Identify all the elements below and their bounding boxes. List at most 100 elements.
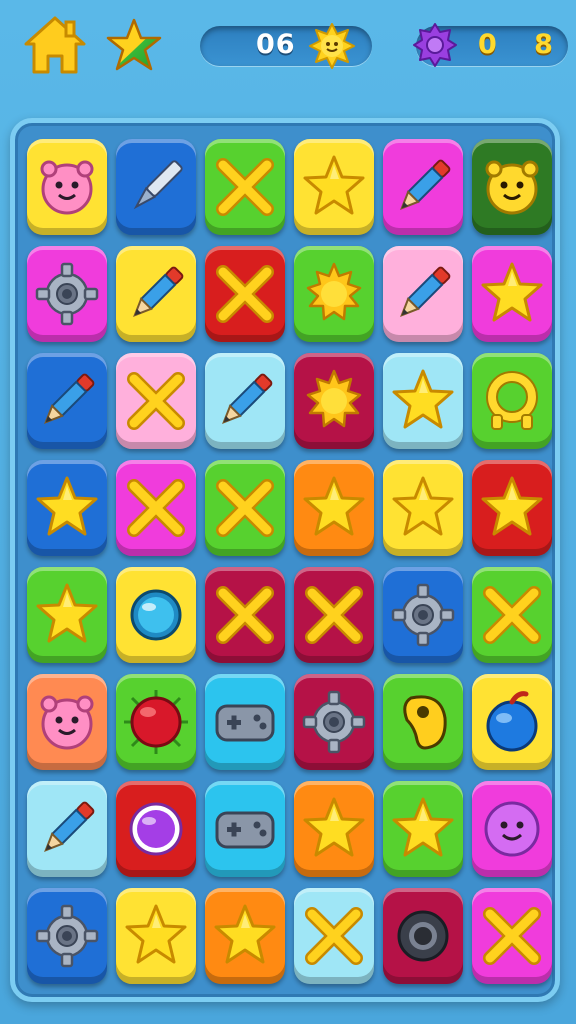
star-icon <box>481 262 543 322</box>
red-ball-icon <box>124 690 188 754</box>
x-icon <box>127 479 185 537</box>
star-icon <box>303 797 365 857</box>
board-tile[interactable] <box>383 353 463 449</box>
board-tile[interactable] <box>116 353 196 449</box>
drop-icon <box>403 695 447 750</box>
board-tile[interactable] <box>116 460 196 556</box>
star-icon[interactable] <box>104 16 164 76</box>
sun-icon <box>306 369 362 428</box>
board-tile[interactable] <box>472 781 552 877</box>
board-tile[interactable] <box>294 567 374 663</box>
ring-icon <box>486 371 538 430</box>
blue-ball-icon <box>486 691 538 752</box>
board-tile[interactable] <box>294 781 374 877</box>
moves-counter: 06 <box>200 23 372 69</box>
board-tile[interactable] <box>294 246 374 342</box>
board-tile[interactable] <box>205 567 285 663</box>
board-tile[interactable] <box>383 674 463 770</box>
star-icon <box>392 797 454 857</box>
pencil-icon <box>222 373 273 424</box>
gamepad-icon <box>215 811 275 849</box>
board-tile[interactable] <box>27 674 107 770</box>
board-tile[interactable] <box>205 781 285 877</box>
board-tile[interactable] <box>205 888 285 984</box>
board-tile[interactable] <box>27 781 107 877</box>
board-tile[interactable] <box>472 353 552 449</box>
board-tile[interactable] <box>116 781 196 877</box>
x-icon <box>127 372 185 430</box>
star-icon <box>36 583 98 643</box>
gear-icon <box>35 904 99 968</box>
board-tile[interactable] <box>294 353 374 449</box>
board-tile[interactable] <box>472 567 552 663</box>
board-tile[interactable] <box>472 674 552 770</box>
board-tile[interactable] <box>205 353 285 449</box>
pink-face-icon <box>40 695 94 750</box>
board-tile[interactable] <box>27 139 107 235</box>
star-icon <box>214 904 276 964</box>
board-tile[interactable] <box>383 460 463 556</box>
star-icon <box>303 476 365 536</box>
sun-icon <box>309 23 355 69</box>
star-icon <box>392 369 454 429</box>
board-tile[interactable] <box>27 460 107 556</box>
purple-gem-icon <box>413 23 457 67</box>
purple-orb-icon <box>129 802 183 856</box>
board-tile[interactable] <box>27 246 107 342</box>
board-tile[interactable] <box>205 460 285 556</box>
board-tile[interactable] <box>294 674 374 770</box>
star-icon <box>125 904 187 964</box>
board-tile[interactable] <box>205 674 285 770</box>
board-tile[interactable] <box>472 139 552 235</box>
x-icon <box>216 158 274 216</box>
pen-icon <box>133 160 183 210</box>
board-tile[interactable] <box>116 139 196 235</box>
board-tile[interactable] <box>383 246 463 342</box>
x-icon <box>305 907 363 965</box>
board-tile[interactable] <box>472 888 552 984</box>
board-tile[interactable] <box>205 139 285 235</box>
board-tile[interactable] <box>116 246 196 342</box>
orb-icon <box>130 589 182 641</box>
board-tile[interactable] <box>116 674 196 770</box>
board-tile[interactable] <box>27 353 107 449</box>
board-tile[interactable] <box>472 246 552 342</box>
board-tile[interactable] <box>383 567 463 663</box>
star-icon <box>481 476 543 536</box>
star-icon <box>36 476 98 536</box>
x-icon <box>216 479 274 537</box>
pink-face-icon <box>40 160 94 215</box>
top-bar: 06 0 8 <box>0 0 576 100</box>
sun-icon <box>306 262 362 321</box>
board-tile[interactable] <box>383 139 463 235</box>
pencil-icon <box>44 801 95 852</box>
star-icon <box>392 476 454 536</box>
board-tile[interactable] <box>27 888 107 984</box>
gamepad-icon <box>215 704 275 742</box>
game-board <box>10 118 560 1002</box>
pencil-icon <box>400 159 451 210</box>
board-tile[interactable] <box>116 888 196 984</box>
moves-value: 06 <box>256 29 296 60</box>
board-tile[interactable] <box>27 567 107 663</box>
home-icon[interactable] <box>22 12 88 78</box>
star-icon <box>303 155 365 215</box>
pencil-icon <box>400 266 451 317</box>
yellow-face-icon <box>485 160 539 215</box>
gear-icon <box>391 583 455 647</box>
pencil-icon <box>133 266 184 317</box>
x-icon <box>483 586 541 644</box>
purple-face-icon <box>484 801 540 857</box>
board-tile[interactable] <box>383 888 463 984</box>
pencil-icon <box>44 373 95 424</box>
board-tile[interactable] <box>383 781 463 877</box>
x-icon <box>216 586 274 644</box>
x-icon <box>483 907 541 965</box>
board-tile[interactable] <box>116 567 196 663</box>
board-tile[interactable] <box>472 460 552 556</box>
x-icon <box>305 586 363 644</box>
board-tile[interactable] <box>205 246 285 342</box>
board-tile[interactable] <box>294 139 374 235</box>
board-tile[interactable] <box>294 888 374 984</box>
board-tile[interactable] <box>294 460 374 556</box>
